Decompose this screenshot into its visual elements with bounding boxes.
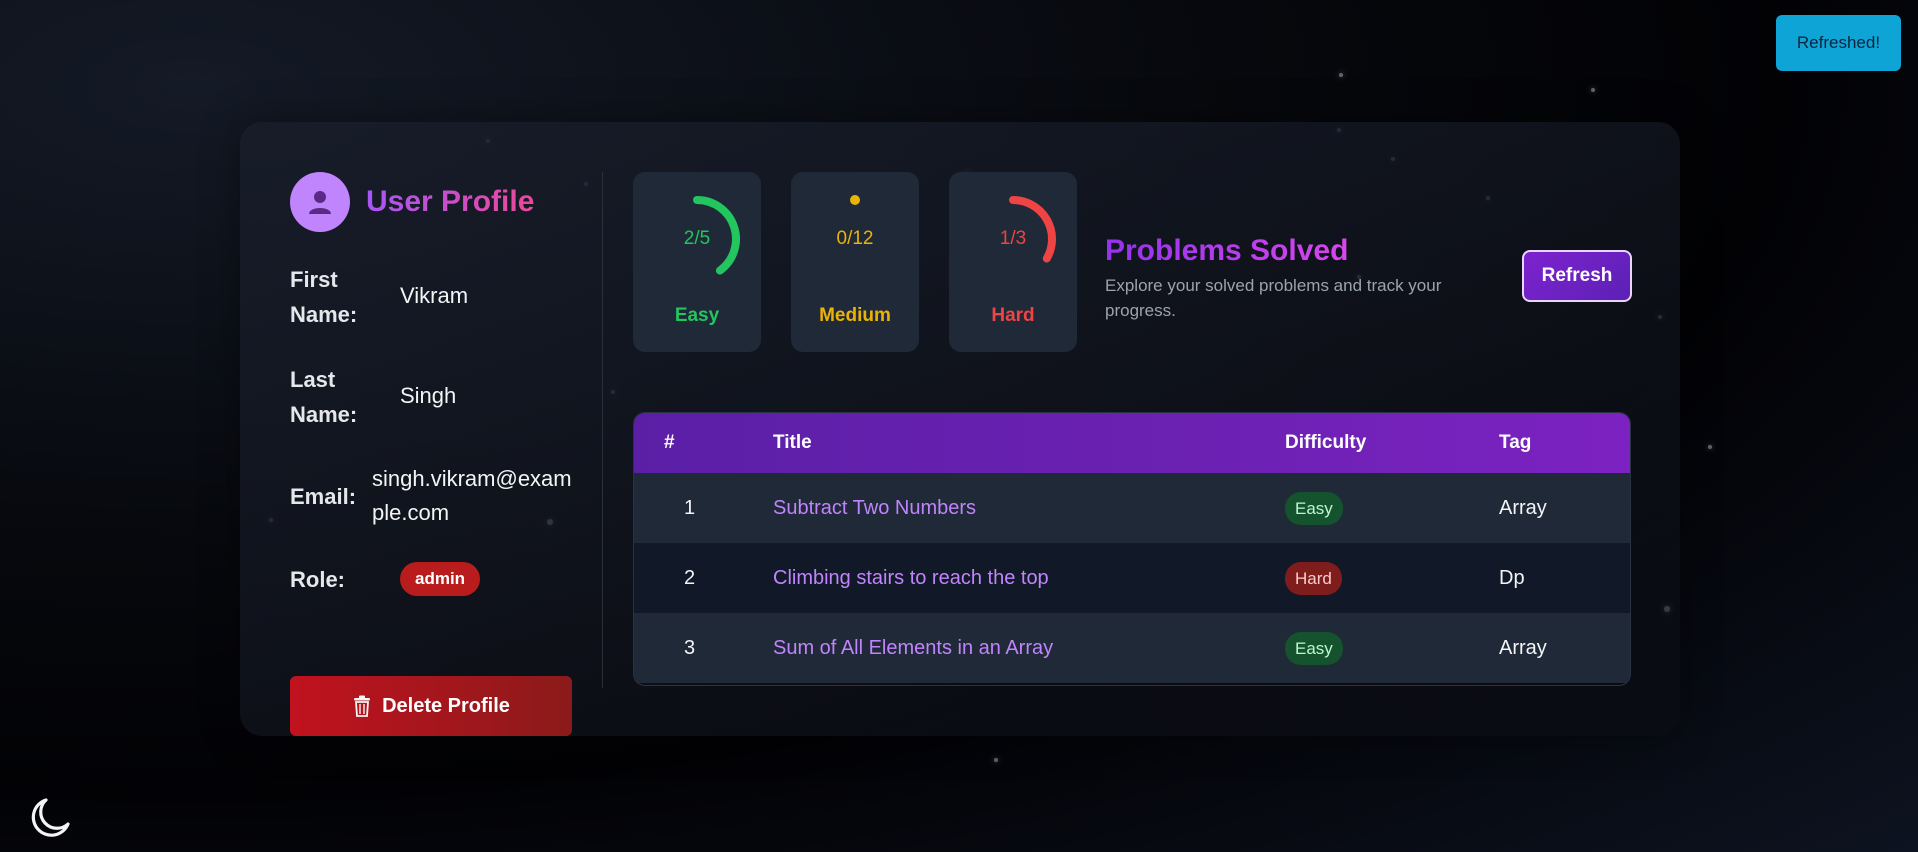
role-field: Role: admin bbox=[290, 562, 572, 598]
email-field: Email: singh.vikram@example.com bbox=[290, 462, 572, 532]
difficulty-badge: Hard bbox=[1285, 562, 1342, 595]
medium-count: 0/12 bbox=[836, 228, 874, 249]
stat-card-hard: 1/3 Hard bbox=[949, 172, 1077, 352]
table-row: 1 Subtract Two Numbers Easy Array bbox=[634, 473, 1630, 543]
star bbox=[994, 758, 998, 762]
table-row: 2 Climbing stairs to reach the top Hard … bbox=[634, 543, 1630, 613]
header-num: # bbox=[664, 432, 675, 453]
role-badge: admin bbox=[400, 562, 481, 596]
profile-header: User Profile bbox=[290, 172, 572, 232]
row-tag: Array bbox=[1499, 497, 1547, 519]
easy-count: 2/5 bbox=[683, 228, 711, 249]
profile-panel: User Profile First Name: Vikram Last Nam… bbox=[290, 172, 572, 736]
first-name-label: First Name: bbox=[290, 267, 358, 327]
profile-title: User Profile bbox=[366, 185, 535, 218]
dashboard-card: User Profile First Name: Vikram Last Nam… bbox=[240, 122, 1680, 736]
row-tag: Dp bbox=[1499, 567, 1525, 589]
moon-icon[interactable] bbox=[26, 794, 74, 842]
row-num: 2 bbox=[684, 567, 696, 589]
table-header: # Title Difficulty Tag bbox=[634, 413, 1630, 473]
progress-arc bbox=[850, 195, 860, 205]
delete-profile-button[interactable]: Delete Profile bbox=[290, 676, 572, 736]
medium-label: Medium bbox=[819, 305, 891, 326]
header-difficulty: Difficulty bbox=[1285, 432, 1367, 453]
refreshed-toast: Refreshed! bbox=[1776, 15, 1901, 71]
email-label: Email: bbox=[290, 484, 357, 509]
avatar bbox=[290, 172, 350, 232]
star bbox=[1339, 73, 1343, 77]
last-name-field: Last Name: Singh bbox=[290, 362, 572, 432]
problem-title-link[interactable]: Sum of All Elements in an Array bbox=[773, 613, 1053, 683]
problems-solved-title: Problems Solved bbox=[1105, 234, 1349, 267]
star bbox=[1708, 445, 1712, 449]
last-name-value: Singh bbox=[400, 383, 457, 408]
header-tag: Tag bbox=[1499, 432, 1532, 453]
first-name-field: First Name: Vikram bbox=[290, 262, 572, 332]
trash-icon bbox=[354, 695, 371, 717]
problems-solved-description: Explore your solved problems and track y… bbox=[1105, 276, 1442, 320]
row-num: 1 bbox=[684, 497, 696, 519]
refresh-button[interactable]: Refresh bbox=[1522, 250, 1632, 302]
row-num: 3 bbox=[684, 637, 696, 659]
problem-title-link[interactable]: Climbing stairs to reach the top bbox=[773, 543, 1049, 613]
toast-text: Refreshed! bbox=[1796, 33, 1881, 52]
panel-divider bbox=[602, 172, 603, 688]
role-label: Role: bbox=[290, 567, 345, 592]
delete-profile-label: Delete Profile bbox=[382, 694, 510, 717]
table-row: 3 Sum of All Elements in an Array Easy A… bbox=[634, 613, 1630, 683]
difficulty-badge: Easy bbox=[1285, 492, 1343, 525]
email-value: singh.vikram@example.com bbox=[372, 466, 572, 525]
row-tag: Array bbox=[1499, 637, 1547, 659]
difficulty-badge: Easy bbox=[1285, 632, 1343, 665]
stat-card-easy: 2/5 Easy bbox=[633, 172, 761, 352]
user-icon bbox=[309, 191, 331, 214]
hard-count: 1/3 bbox=[999, 228, 1027, 249]
problem-title-link[interactable]: Subtract Two Numbers bbox=[773, 473, 976, 543]
stat-card-medium: 0/12 Medium bbox=[791, 172, 919, 352]
last-name-label: Last Name: bbox=[290, 367, 358, 427]
hard-label: Hard bbox=[991, 305, 1035, 326]
star bbox=[1591, 88, 1595, 92]
easy-label: Easy bbox=[674, 305, 720, 326]
solved-problems-table: # Title Difficulty Tag 1 Subtract Two Nu… bbox=[633, 412, 1631, 686]
first-name-value: Vikram bbox=[400, 283, 469, 308]
header-title: Title bbox=[773, 432, 812, 453]
